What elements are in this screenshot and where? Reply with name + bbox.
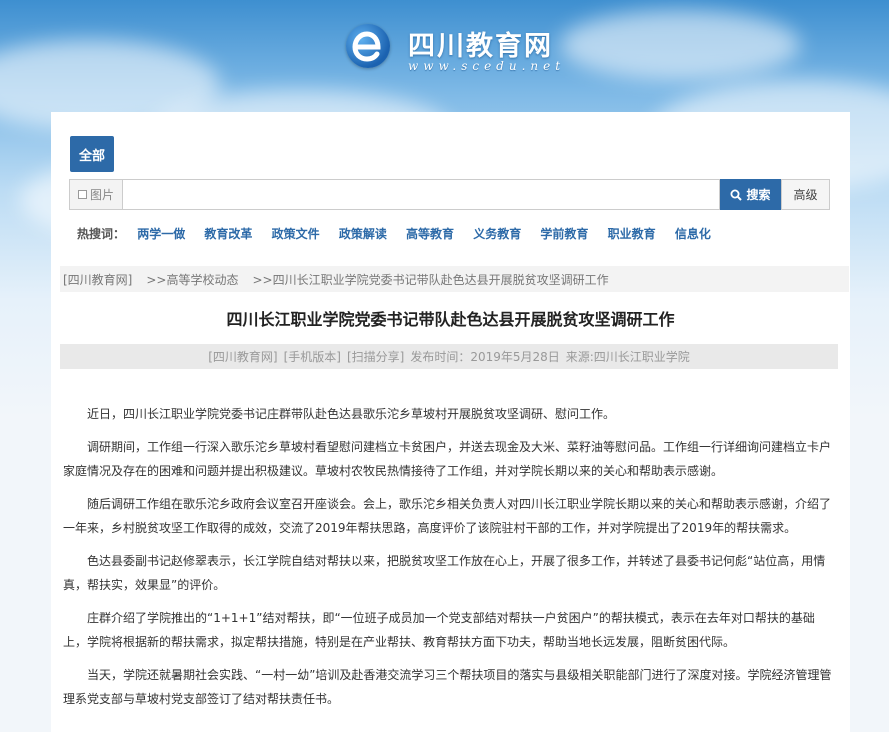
hot-search-link[interactable]: 政策文件 — [272, 227, 320, 241]
breadcrumb: [四川教育网] >>高等学校动态 >>四川长江职业学院党委书记带队赴色达县开展脱… — [60, 266, 849, 292]
hot-search-link[interactable]: 义务教育 — [473, 227, 521, 241]
meta-source: 来源:四川长江职业学院 — [565, 350, 690, 364]
article-paragraph: 近日，四川长江职业学院党委书记庄群带队赴色达县歌乐沱乡草坡村开展脱贫攻坚调研、慰… — [87, 407, 616, 421]
article-paragraph: 随后调研工作组在歌乐沱乡政府会议室召开座谈会。会上，歌乐沱乡相关负责人对四川长江… — [63, 497, 832, 535]
search-scope-images[interactable]: 图片 — [69, 179, 122, 210]
checkbox-icon[interactable] — [77, 190, 87, 199]
article-paragraph: 色达县委副书记赵修翠表示，长江学院自结对帮扶以来，把脱贫攻坚工作放在心上，开展了… — [63, 554, 826, 592]
article-body: 近日，四川长江职业学院党委书记庄群带队赴色达县歌乐沱乡草坡村开展脱贫攻坚调研、慰… — [63, 402, 835, 720]
hot-search-link[interactable]: 政策解读 — [339, 227, 387, 241]
article-paragraph: 当天，学院还就暑期社会实践、“一村一幼”培训及赴香港交流学习三个帮扶项目的落实与… — [63, 668, 832, 706]
hot-search-bar: 热搜词： 两学一做 教育改革 政策文件 政策解读 高等教育 义务教育 学前教育 … — [77, 225, 726, 242]
hot-search-link[interactable]: 信息化 — [675, 227, 711, 241]
advanced-search-button[interactable]: 高级 — [781, 179, 830, 210]
breadcrumb-home[interactable]: [四川教育网] — [63, 271, 132, 288]
category-tab-all[interactable]: 全部 — [70, 136, 114, 172]
search-scope-label: 图片 — [89, 188, 114, 202]
hot-search-link[interactable]: 教育改革 — [204, 227, 252, 241]
article-meta: [四川教育网] [手机版本] [扫描分享] 发布时间：2019年5月28日 来源… — [60, 344, 838, 369]
search-button-label: 搜索 — [746, 188, 771, 202]
hot-search-link[interactable]: 高等教育 — [406, 227, 454, 241]
content-panel: 全部 图片 搜索 高级 热搜词： 两学一做 教育改革 政策文件 政策解读 高等教… — [51, 112, 850, 732]
meta-share-link[interactable]: [扫描分享] — [347, 348, 404, 365]
search-icon — [730, 189, 743, 201]
article-paragraph: 庄群介绍了学院推出的“1+1+1”结对帮扶，即“一位班子成员加一个党支部结对帮扶… — [63, 611, 815, 649]
breadcrumb-current: >>四川长江职业学院党委书记带队赴色达县开展脱贫攻坚调研工作 — [252, 272, 609, 287]
search-button[interactable]: 搜索 — [720, 179, 781, 210]
meta-publish-date: 发布时间：2019年5月28日 — [410, 350, 560, 364]
search-bar: 图片 搜索 高级 — [69, 179, 830, 210]
hot-search-label: 热搜词： — [77, 227, 126, 241]
hot-search-link[interactable]: 职业教育 — [608, 227, 656, 241]
site-name: 四川教育网 — [408, 31, 553, 62]
meta-mobile-link[interactable]: [手机版本] — [284, 348, 341, 365]
hot-search-link[interactable]: 学前教育 — [540, 227, 588, 241]
search-input[interactable] — [122, 179, 720, 210]
site-url: www.scedu.net — [408, 59, 566, 73]
site-header: 四川教育网 www.scedu.net — [0, 0, 889, 112]
meta-site-link[interactable]: [四川教育网] — [208, 348, 277, 365]
hot-search-link[interactable]: 两学一做 — [137, 227, 185, 241]
logo-e-icon — [346, 24, 390, 68]
article-paragraph: 调研期间，工作组一行深入歌乐沱乡草坡村看望慰问建档立卡贫困户，并送去现金及大米、… — [63, 440, 832, 478]
breadcrumb-category[interactable]: >>高等学校动态 — [146, 271, 238, 288]
site-logo[interactable]: 四川教育网 www.scedu.net — [346, 18, 576, 78]
article-title: 四川长江职业学院党委书记带队赴色达县开展脱贫攻坚调研工作 — [226, 310, 675, 329]
